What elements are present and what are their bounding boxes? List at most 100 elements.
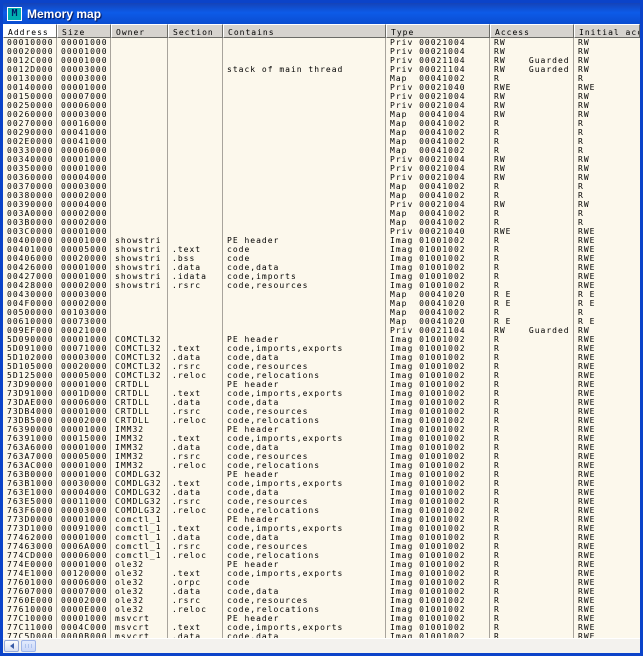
table-row[interactable]: 5D12500000005000COMCTL32.reloccode,reloc… [3,371,640,380]
cell-owner: COMDLG32 [111,488,168,497]
cell-access: R [490,191,574,200]
table-row[interactable]: 0037000000003000Map 00041002RR [3,182,640,191]
cell-section: .idata [168,272,223,281]
table-row[interactable]: 0040000000001000showstriPE headerImag 01… [3,236,640,245]
table-row[interactable]: 0043000000003000Map 00041020R ER E [3,290,640,299]
cell-address: 00380000 [3,191,57,200]
horizontal-scrollbar[interactable] [3,638,640,653]
cell-address: 009EF000 [3,326,57,335]
table-row[interactable]: 776100000000E000ole32.reloccode,relocati… [3,605,640,614]
table-row[interactable]: 73DB400000001000CRTDLL.rsrccode,resource… [3,407,640,416]
titlebar[interactable]: M Memory map [3,3,640,24]
table-row[interactable]: 0014000000001000Priv 00021040RWERWE [3,83,640,92]
table-row[interactable]: 0040600000020000showstri.bsscodeImag 010… [3,254,640,263]
table-row[interactable]: 5D10500000020000COMCTL32.rsrccode,resour… [3,362,640,371]
table-row[interactable]: 0025000000006000Priv 00021004RWRW [3,101,640,110]
table-row[interactable]: 0013000000003000Map 00041002RR [3,74,640,83]
table-row[interactable]: 0035000000001000Priv 00021004RWRW [3,164,640,173]
table-row[interactable]: 0002000000001000Priv 00021004RWRW [3,47,640,56]
table-row[interactable]: 0042600000001000showstri.datacode,dataIm… [3,263,640,272]
table-row[interactable]: 763E500000011000COMDLG32.rsrccode,resour… [3,497,640,506]
table-row[interactable]: 7760E00000002000ole32.rsrccode,resources… [3,596,640,605]
table-row[interactable]: 0012D00000003000stack of main threadPriv… [3,65,640,74]
table-row[interactable]: 0036000000004000Priv 00021004RWRW [3,173,640,182]
cell-section [168,56,223,65]
column-header-section[interactable]: Section [168,24,223,38]
cell-size: 00005000 [57,245,111,254]
table-row[interactable]: 003A000000002000Map 00041002RR [3,209,640,218]
table-row[interactable]: 0029000000041000Map 00041002RR [3,128,640,137]
column-header-size[interactable]: Size [57,24,111,38]
table-row[interactable]: 763B000000001000COMDLG32PE headerImag 01… [3,470,640,479]
table-row[interactable]: 5D09000000001000COMCTL32PE headerImag 01… [3,335,640,344]
table-row[interactable]: 774CD00000006000comctl_1.reloccode,reloc… [3,551,640,560]
table-row[interactable]: 7760100000006000ole32.orpccodeImag 01001… [3,578,640,587]
table-row[interactable]: 763F600000003000COMDLG32.reloccode,reloc… [3,506,640,515]
cell-owner: comctl_1 [111,515,168,524]
table-row[interactable]: 763AC00000001000IMM32.reloccode,relocati… [3,461,640,470]
table-row[interactable]: 7639000000001000IMM32PE headerImag 01001… [3,425,640,434]
memory-map-icon[interactable]: M [7,7,22,21]
table-row[interactable]: 763A700000005000IMM32.rsrccode,resources… [3,452,640,461]
table-row[interactable]: 0042800000002000showstri.rsrccode,resour… [3,281,640,290]
table-row[interactable]: 0001000000001000Priv 00021004RWRW [3,38,640,47]
column-header-address[interactable]: Address [3,24,57,38]
table-row[interactable]: 73DB500000002000CRTDLL.reloccode,relocat… [3,416,640,425]
table-row[interactable]: 0050000000103000Map 00041002RR [3,308,640,317]
scrollbar-thumb[interactable] [21,640,36,652]
table-row[interactable]: 7746200000001000comctl_1.datacode,dataIm… [3,533,640,542]
table-row[interactable]: 0040100000005000showstri.textcodeImag 01… [3,245,640,254]
table-row[interactable]: 0038000000002000Map 00041002RR [3,191,640,200]
table-row[interactable]: 5D10200000003000COMCTL32.datacode,dataIm… [3,353,640,362]
table-row[interactable]: 0039000000004000Priv 00021004RWRW [3,200,640,209]
cell-type: Imag 01001002 [386,344,490,353]
table-row[interactable]: 0034000000001000Priv 00021004RWRW [3,155,640,164]
table-row[interactable]: 0027000000016000Map 00041002RR [3,119,640,128]
table-row[interactable]: 0026000000003000Map 00041004RWRW [3,110,640,119]
table-row[interactable]: 73D9000000001000CRTDLLPE headerImag 0100… [3,380,640,389]
table-row[interactable]: 774630000006A000comctl_1.rsrccode,resour… [3,542,640,551]
column-header-type[interactable]: Type [386,24,490,38]
table-row[interactable]: 73DAE00000006000CRTDLL.datacode,dataImag… [3,398,640,407]
cell-initial_access: RWE [574,488,640,497]
table-row[interactable]: 5D09100000071000COMCTL32.textcode,import… [3,344,640,353]
cell-owner [111,290,168,299]
cell-contains [223,83,386,92]
cell-address: 77C11000 [3,623,57,632]
table-row[interactable]: 0042700000001000showstri.idatacode,impor… [3,272,640,281]
table-row[interactable]: 77C1000000001000msvcrtPE headerImag 0100… [3,614,640,623]
table-row[interactable]: 773D000000001000comctl_1PE headerImag 01… [3,515,640,524]
table-row[interactable]: 774E100000120000ole32.textcode,imports,e… [3,569,640,578]
table-row[interactable]: 0033000000006000Map 00041002RR [3,146,640,155]
table-row[interactable]: 0015000000007000Priv 00021004RWRW [3,92,640,101]
column-header-owner[interactable]: Owner [111,24,168,38]
table-row[interactable]: 763B100000030000COMDLG32.textcode,import… [3,479,640,488]
table-row[interactable]: 77C110000004C000msvcrt.textcode,imports,… [3,623,640,632]
table-row[interactable]: 0012C00000001000Priv 00021104RW GuardedR… [3,56,640,65]
table-row[interactable]: 003C000000001000Priv 00021040RWERWE [3,227,640,236]
table-row[interactable]: 7639100000015000IMM32.textcode,imports,e… [3,434,640,443]
cell-contains: code,relocations [223,551,386,560]
cell-contains [223,119,386,128]
table-row[interactable]: 7760700000007000ole32.datacode,dataImag … [3,587,640,596]
column-header-initial-access[interactable]: Initial acc [574,24,640,38]
cell-initial_access: RWE [574,551,640,560]
cell-section [168,308,223,317]
cell-address: 774E1000 [3,569,57,578]
cell-address: 00430000 [3,290,57,299]
table-row[interactable]: 004F000000002000Map 00041020R ER E [3,299,640,308]
table-row[interactable]: 0061000000073000Map 00041020R ER E [3,317,640,326]
table-row[interactable]: 73D910000001D000CRTDLL.textcode,imports,… [3,389,640,398]
table-row[interactable]: 763E100000004000COMDLG32.datacode,dataIm… [3,488,640,497]
table-row[interactable]: 003B000000002000Map 00041002RR [3,218,640,227]
column-header-access[interactable]: Access [490,24,574,38]
table-row[interactable]: 009EF00000021000Priv 00021104RW GuardedR… [3,326,640,335]
table-row[interactable]: 774E000000001000ole32PE headerImag 01001… [3,560,640,569]
table-row[interactable]: 773D100000091000comctl_1.textcode,import… [3,524,640,533]
table-row[interactable]: 002E000000041000Map 00041002RR [3,137,640,146]
cell-initial_access: R [574,182,640,191]
column-header-contains[interactable]: Contains [223,24,386,38]
scroll-left-button[interactable] [4,640,19,652]
table-row[interactable]: 763A600000001000IMM32.datacode,dataImag … [3,443,640,452]
cell-initial_access: RW [574,92,640,101]
